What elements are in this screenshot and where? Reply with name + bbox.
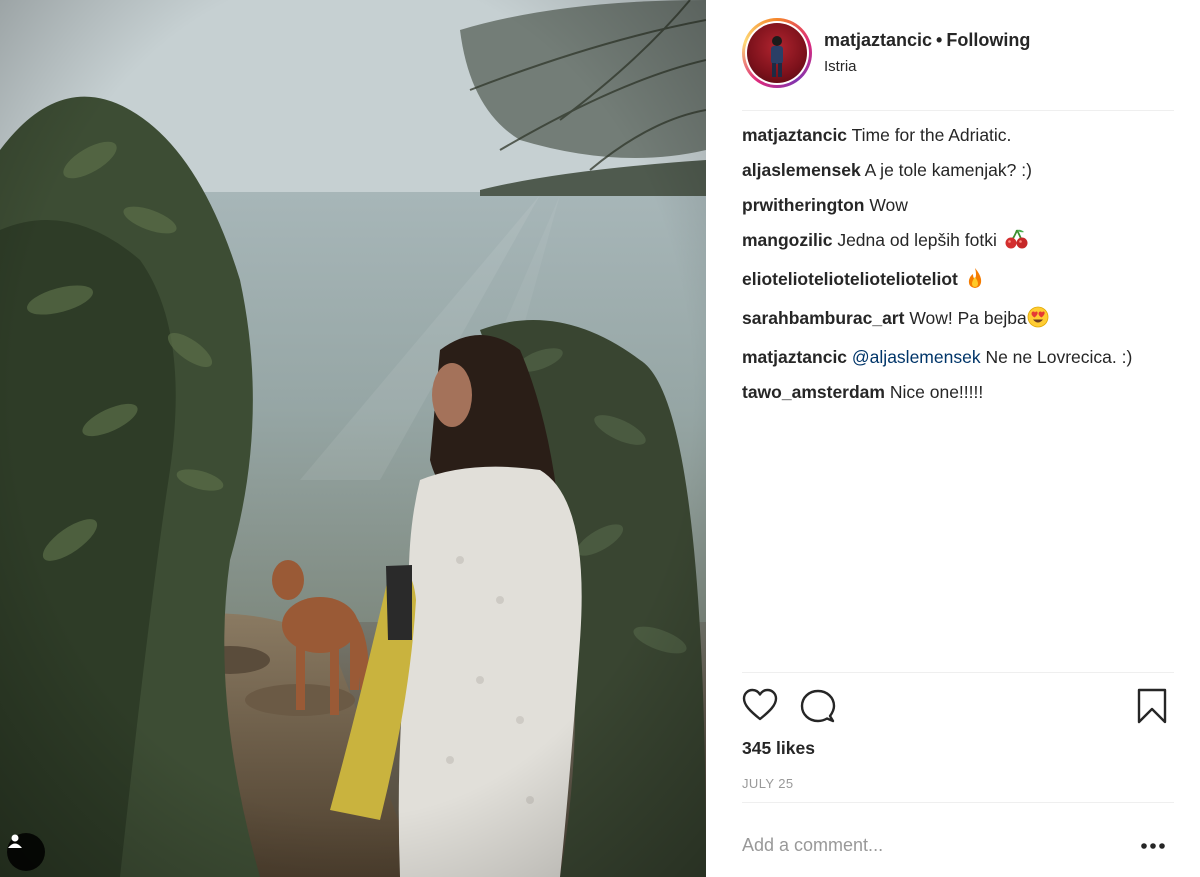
fire-icon [966, 267, 984, 297]
comment-item: matjaztancic Time for the Adriatic. [742, 122, 1174, 149]
post-date[interactable]: JULY 25 [742, 776, 793, 791]
heart-eyes-icon [1027, 306, 1049, 336]
cherries-icon [1005, 228, 1029, 258]
header-text: matjaztancic • Following Istria [824, 29, 1030, 75]
header-username[interactable]: matjaztancic [824, 30, 932, 50]
comment-item: matjaztancic @aljaslemensek Ne ne Lovrec… [742, 344, 1174, 371]
heart-outline-icon[interactable] [742, 688, 778, 727]
location-link[interactable]: Istria [824, 58, 1030, 75]
comment-text: A je tole kamenjak? :) [864, 160, 1032, 180]
comment-username[interactable]: elioteliotelioteliotelioteliot [742, 269, 958, 289]
comment-mention-link[interactable]: @aljaslemensek [852, 347, 981, 367]
ellipsis-icon[interactable] [1136, 832, 1170, 860]
comment-username[interactable]: matjaztancic [742, 347, 847, 367]
comment-username[interactable]: matjaztancic [742, 125, 847, 145]
comments-list: matjaztancic Time for the Adriatic. alja… [742, 122, 1174, 667]
likes-count[interactable]: 345 likes [742, 738, 815, 759]
comment-item: elioteliotelioteliotelioteliot [742, 266, 1174, 297]
header-separator: • [936, 30, 943, 50]
comment-item: sarahbamburac_art Wow! Pa bejba [742, 305, 1174, 336]
bookmark-icon[interactable] [1137, 688, 1167, 729]
actions-divider [742, 672, 1174, 673]
comment-item: tawo_amsterdam Nice one!!!!! [742, 379, 1174, 406]
comment-username[interactable]: sarahbamburac_art [742, 308, 904, 328]
post-header: matjaztancic • Following Istria [742, 18, 1174, 111]
avatar-border [745, 21, 809, 85]
comment-divider [742, 802, 1174, 803]
post-side-panel: matjaztancic • Following Istria matjaztanc… [706, 0, 1200, 877]
comment-username[interactable]: tawo_amsterdam [742, 382, 885, 402]
comment-item: prwitherington Wow [742, 192, 1174, 219]
comment-username[interactable]: prwitherington [742, 195, 864, 215]
add-comment-input[interactable] [742, 828, 1122, 862]
user-tag-icon[interactable] [7, 833, 45, 871]
comment-username[interactable]: mangozilic [742, 230, 832, 250]
comment-text: Time for the Adriatic. [851, 125, 1012, 145]
comment-username[interactable]: aljaslemensek [742, 160, 861, 180]
comment-item: mangozilic Jedna od lepših fotki [742, 227, 1174, 258]
photo-illustration [0, 0, 706, 877]
comment-text: Nice one!!!!! [889, 382, 984, 402]
comment-text: Jedna od lepših fotki [837, 230, 997, 250]
following-button[interactable]: Following [946, 30, 1030, 50]
header-line: matjaztancic • Following [824, 29, 1030, 51]
post-photo[interactable] [0, 0, 706, 877]
comment-item: aljaslemensek A je tole kamenjak? :) [742, 157, 1174, 184]
avatar[interactable] [742, 18, 812, 88]
comment-text: Wow [869, 195, 908, 215]
comment-text: Wow! Pa bejba [909, 308, 1027, 328]
comment-text: Ne ne Lovrecica. :) [985, 347, 1133, 367]
avatar-image [747, 23, 807, 83]
speech-bubble-icon[interactable] [800, 688, 836, 729]
instagram-post: matjaztancic • Following Istria matjaztanc… [0, 0, 1200, 877]
